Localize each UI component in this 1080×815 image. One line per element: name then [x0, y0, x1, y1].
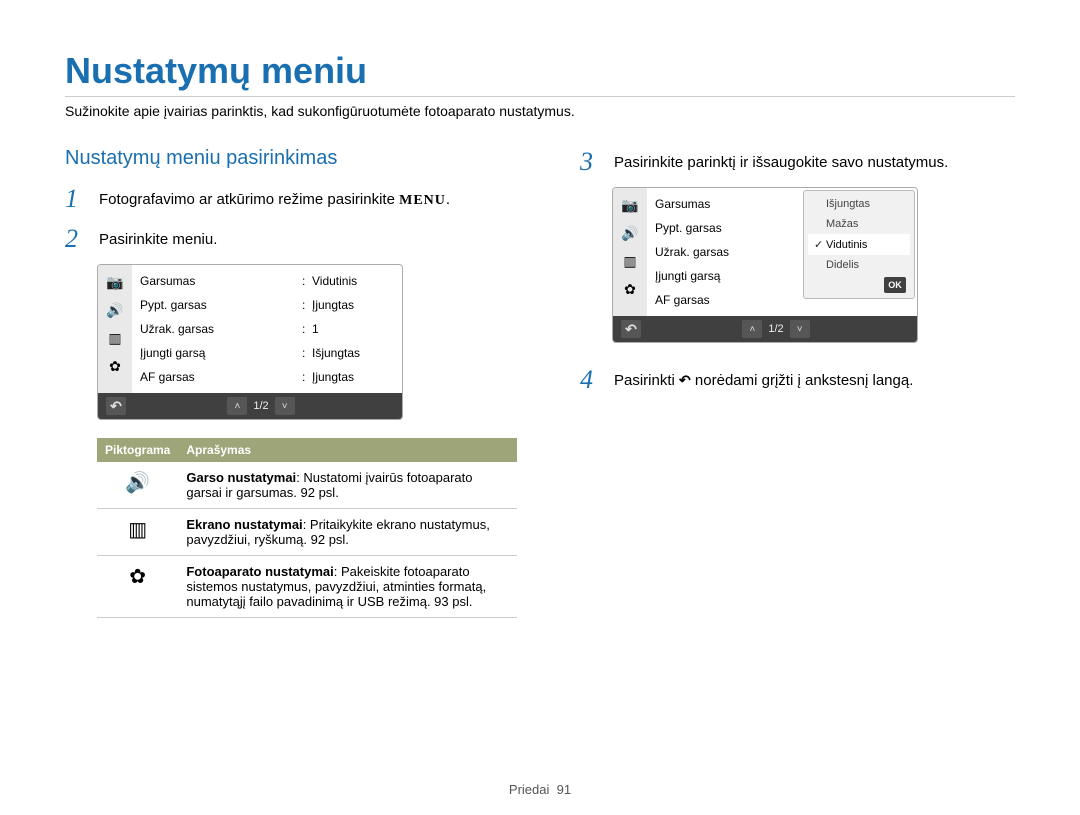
screen1-page-indicator: 1/2: [253, 400, 268, 412]
gear-icon: [619, 278, 641, 300]
option-item[interactable]: Išjungtas: [808, 194, 910, 214]
camera-icon: [104, 271, 126, 293]
list-item: Garsumas:Vidutinis: [132, 269, 402, 293]
table-row: Ekrano nustatymai: Pritaikykite ekrano n…: [97, 509, 517, 556]
left-column: Nustatymų meniu pasirinkimas 1 Fotografa…: [65, 147, 530, 618]
screen2-page-indicator: 1/2: [768, 323, 783, 335]
step-3-text: Pasirinkite parinktį ir išsaugokite savo…: [614, 147, 948, 171]
camera-icon: [619, 194, 641, 216]
screen2-footer: ˄ 1/2 ˅: [613, 316, 917, 342]
step-2: 2 Pasirinkite meniu.: [65, 224, 530, 254]
option-item[interactable]: Didelis: [808, 255, 910, 275]
ok-button[interactable]: OK: [884, 277, 906, 293]
screen1-rows: Garsumas:Vidutinis Pypt. garsas:Įjungtas…: [132, 265, 402, 393]
back-icon: [679, 372, 691, 389]
step-number-1: 1: [65, 184, 89, 214]
legend-header-row: Piktograma Aprašymas: [97, 438, 517, 462]
list-item: Įjungti garsą:Išjungtas: [132, 341, 402, 365]
list-item: Užrak. garsas:1: [132, 317, 402, 341]
table-row: Fotoaparato nustatymai: Pakeiskite fotoa…: [97, 556, 517, 618]
down-icon[interactable]: ˅: [790, 320, 810, 338]
step-4: 4 Pasirinkti norėdami grįžti į ankstesnį…: [580, 365, 1010, 395]
step-1: 1 Fotografavimo ar atkūrimo režime pasir…: [65, 184, 530, 214]
back-icon[interactable]: [621, 320, 641, 338]
step-4-post: norėdami grįžti į ankstesnį langą.: [691, 372, 914, 389]
table-row: Garso nustatymai: Nustatomi įvairūs foto…: [97, 462, 517, 509]
icon-legend-table: Piktograma Aprašymas Garso nustatymai: N…: [97, 438, 517, 618]
section-heading: Nustatymų meniu pasirinkimas: [65, 147, 530, 170]
device-screen-2: Garsumas Pypt. garsas Užrak. garsas Įjun…: [612, 187, 918, 343]
sound-icon: [619, 222, 641, 244]
legend-head-icon: Piktograma: [97, 438, 178, 462]
display-icon: [128, 519, 147, 541]
legend-head-desc: Aprašymas: [178, 438, 517, 462]
page-footer: Priedai 91: [0, 782, 1080, 797]
options-popup: Išjungtas Mažas ✓Vidutinis Didelis OK: [803, 190, 915, 299]
option-item-selected[interactable]: ✓Vidutinis: [808, 234, 910, 255]
up-icon[interactable]: ˄: [227, 397, 247, 415]
page-intro: Sužinokite apie įvairias parinktis, kad …: [65, 103, 1015, 119]
screen1-side-icons: [98, 265, 132, 393]
screen2-side-icons: [613, 188, 647, 316]
right-column: 3 Pasirinkite parinktį ir išsaugokite sa…: [580, 147, 1010, 618]
list-item: AF garsas:Įjungtas: [132, 365, 402, 389]
gear-icon: [129, 566, 146, 588]
step-number-4: 4: [580, 365, 604, 395]
screen1-footer: ˄ 1/2 ˅: [98, 393, 402, 419]
page-title: Nustatymų meniu: [65, 50, 1015, 97]
step-number-3: 3: [580, 147, 604, 177]
step-2-text: Pasirinkite meniu.: [99, 224, 217, 248]
step-1-pre: Fotografavimo ar atkūrimo režime pasirin…: [99, 191, 399, 208]
list-item: Pypt. garsas:Įjungtas: [132, 293, 402, 317]
screen2-rows: Garsumas Pypt. garsas Užrak. garsas Įjun…: [647, 188, 917, 316]
display-icon: [619, 250, 641, 272]
sound-icon: [104, 299, 126, 321]
footer-page-number: 91: [557, 782, 571, 797]
step-number-2: 2: [65, 224, 89, 254]
gear-icon: [104, 355, 126, 377]
up-icon[interactable]: ˄: [742, 320, 762, 338]
step-1-text: Fotografavimo ar atkūrimo režime pasirin…: [99, 184, 450, 209]
option-item[interactable]: Mažas: [808, 214, 910, 234]
step-1-post: .: [446, 191, 450, 208]
back-icon[interactable]: [106, 397, 126, 415]
down-icon[interactable]: ˅: [275, 397, 295, 415]
menu-word-icon: MENU: [399, 193, 446, 208]
footer-section: Priedai: [509, 782, 549, 797]
sound-icon: [125, 472, 150, 494]
step-4-pre: Pasirinkti: [614, 372, 679, 389]
device-screen-1: Garsumas:Vidutinis Pypt. garsas:Įjungtas…: [97, 264, 403, 420]
display-icon: [104, 327, 126, 349]
step-4-text: Pasirinkti norėdami grįžti į ankstesnį l…: [614, 365, 913, 389]
step-3: 3 Pasirinkite parinktį ir išsaugokite sa…: [580, 147, 1010, 177]
